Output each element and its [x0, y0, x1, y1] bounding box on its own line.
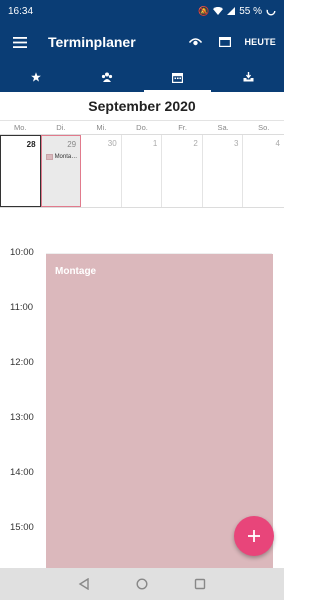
battery-icon	[266, 6, 276, 16]
day-number: 29	[67, 140, 77, 149]
status-time: 16:34	[8, 5, 34, 17]
day-number: 2	[193, 139, 198, 148]
tab-groups[interactable]	[71, 62, 142, 92]
day-timeline[interactable]: 10:00 11:00 12:00 13:00 14:00 15:00 Mont…	[0, 238, 284, 568]
sync-button[interactable]	[180, 22, 210, 62]
tab-calendar[interactable]	[142, 62, 213, 92]
recents-square-icon	[194, 578, 206, 590]
event-color-swatch	[45, 154, 53, 160]
day-number: 30	[107, 139, 117, 148]
eye-icon	[188, 37, 202, 45]
wifi-icon	[213, 7, 224, 15]
weekday-label: Do.	[136, 123, 148, 132]
day-number: 28	[26, 140, 36, 149]
event-chip-label: Monta…	[54, 154, 78, 160]
tab-favorites[interactable]	[0, 62, 71, 92]
people-icon	[101, 72, 112, 82]
weekday-label: Di.	[56, 123, 66, 132]
weekday-label: So.	[258, 123, 270, 132]
tab-inbox[interactable]	[213, 62, 284, 92]
status-icons: 🔕 55 %	[198, 6, 276, 17]
calendar-icon	[172, 72, 183, 83]
hour-label: 14:00	[10, 467, 34, 478]
week-row: 28 29 Monta… 30 1 2 3 4	[0, 134, 284, 208]
calendar-view-icon	[219, 37, 232, 47]
day-cell[interactable]: 2	[162, 135, 203, 207]
event-chip[interactable]: Monta…	[45, 154, 78, 160]
hour-label: 12:00	[10, 357, 34, 368]
add-event-button[interactable]	[234, 516, 274, 556]
battery-percent: 55 %	[239, 5, 262, 17]
view-mode-button[interactable]	[210, 22, 240, 62]
hour-label: 10:00	[10, 247, 34, 258]
day-cell[interactable]: 4	[243, 135, 284, 207]
tab-bar	[0, 62, 284, 92]
weekday-label: Mi.	[96, 123, 107, 132]
plus-icon	[248, 530, 260, 542]
day-cell[interactable]: 3	[203, 135, 244, 207]
notifications-off-icon: 🔕	[197, 5, 210, 16]
status-bar: 16:34 🔕 55 %	[0, 0, 284, 22]
weekday-label: Mo.	[14, 123, 27, 132]
day-number: 3	[233, 139, 239, 148]
weekday-header: Mo. Di. Mi. Do. Fr. Sa. So.	[0, 120, 284, 134]
day-number: 1	[152, 139, 158, 148]
recents-button[interactable]	[193, 577, 207, 591]
day-cell[interactable]: 30	[81, 135, 122, 207]
hour-label: 11:00	[10, 302, 34, 313]
home-circle-icon	[136, 578, 148, 590]
event-title: Montage	[55, 266, 97, 277]
day-cell-selected[interactable]: 29 Monta…	[40, 135, 82, 207]
weekday-label: Sa.	[217, 123, 229, 132]
system-nav-bar	[0, 568, 284, 600]
home-button[interactable]	[135, 577, 149, 591]
star-icon	[30, 72, 41, 82]
month-title: September 2020	[88, 98, 196, 114]
hour-label: 15:00	[10, 522, 34, 533]
hour-label: 13:00	[10, 412, 34, 423]
weekday-label: Fr.	[178, 123, 187, 132]
signal-icon	[227, 7, 236, 15]
app-bar: Terminplaner HEUTE	[0, 22, 284, 62]
app-title: Terminplaner	[48, 34, 136, 50]
back-button[interactable]	[77, 577, 91, 591]
day-cell[interactable]: 1	[122, 135, 163, 207]
menu-icon[interactable]	[0, 22, 40, 62]
day-cell-today[interactable]: 28	[0, 135, 41, 207]
today-button[interactable]: HEUTE	[240, 37, 284, 47]
inbox-icon	[243, 72, 254, 82]
day-number: 4	[275, 139, 280, 148]
back-triangle-icon	[78, 578, 89, 590]
